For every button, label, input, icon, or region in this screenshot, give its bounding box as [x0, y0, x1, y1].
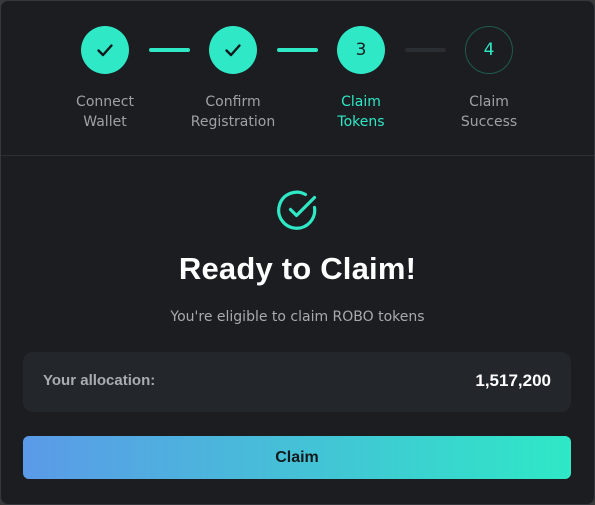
eligibility-subtitle: You're eligible to claim ROBO tokens [170, 309, 425, 325]
step-4-circle: 4 [465, 26, 513, 74]
step-connector-2 [277, 48, 318, 52]
step-3-circle: 3 [337, 26, 385, 74]
checkmark-icon [97, 44, 113, 57]
check-circle-icon [277, 190, 317, 230]
step-connector-1 [149, 48, 190, 52]
step-connector-3 [405, 48, 446, 52]
allocation-value: 1,517,200 [475, 371, 551, 390]
step-3-label: Claim Tokens [337, 94, 385, 130]
progress-stepper: Connect Wallet Confirm Registration 3 Cl… [1, 1, 594, 156]
page-title: Ready to Claim! [178, 251, 417, 286]
allocation-panel: Your allocation: 1,517,200 [23, 352, 571, 412]
claim-button[interactable]: Claim [23, 436, 571, 479]
step-4-label: Claim Success [460, 94, 518, 130]
step-1-circle [81, 26, 129, 74]
allocation-label: Your allocation: [43, 372, 156, 389]
checkmark-icon [225, 44, 241, 57]
step-2-circle [209, 26, 257, 74]
step-2-label: Confirm Registration [190, 94, 276, 130]
claim-card: Connect Wallet Confirm Registration 3 Cl… [0, 0, 595, 505]
step-1-label: Connect Wallet [76, 94, 134, 130]
